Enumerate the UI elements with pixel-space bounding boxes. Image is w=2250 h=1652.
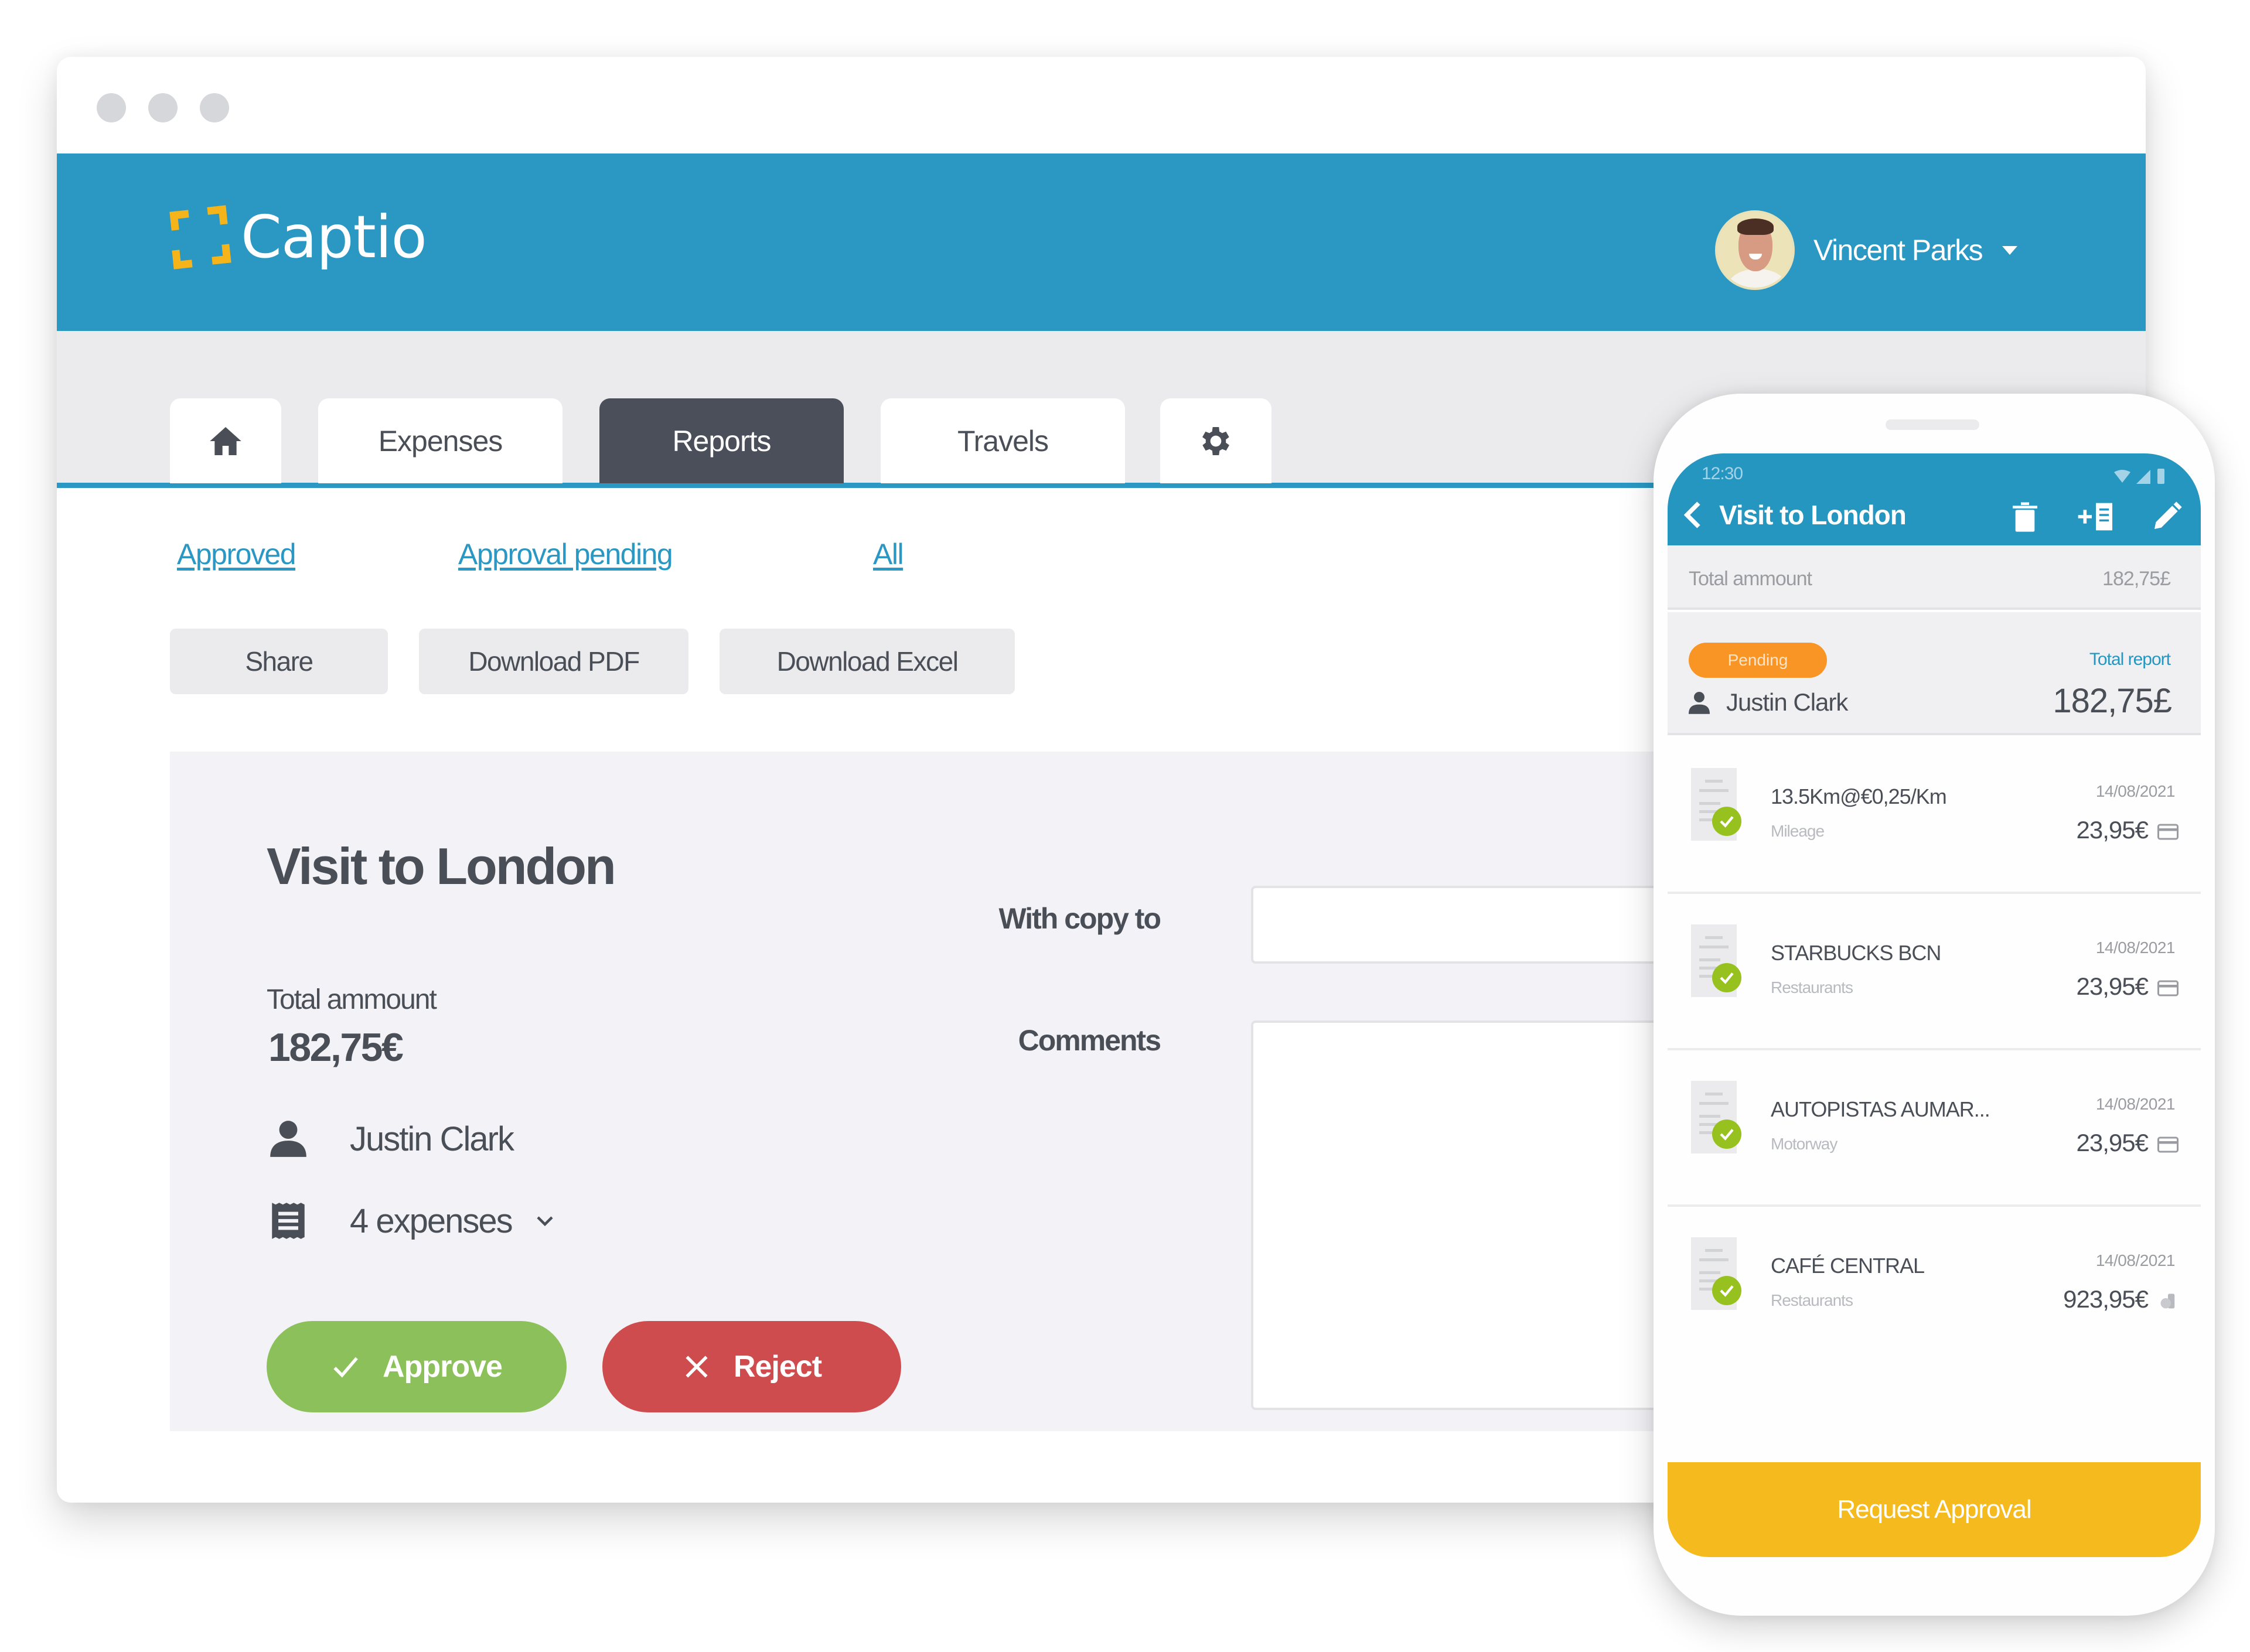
reject-label: Reject xyxy=(733,1350,822,1384)
download-pdf-button[interactable]: Download PDF xyxy=(419,629,688,694)
user-name: Vincent Parks xyxy=(1813,234,1983,267)
mobile-report-user: Justin Clark xyxy=(1689,688,1848,716)
total-amount-label: Total ammount xyxy=(267,984,437,1015)
card-icon xyxy=(2157,824,2179,840)
total-report-value: 182,75£ xyxy=(2053,682,2172,720)
caret-down-icon xyxy=(2002,245,2018,255)
expense-date: 14/08/2021 xyxy=(2095,782,2176,800)
mobile-total-row: Total ammount 182,75£ xyxy=(1668,545,2201,610)
tab-settings[interactable] xyxy=(1160,398,1271,483)
expense-amount: 23,95€ xyxy=(2076,1129,2149,1156)
expense-category: Motorway xyxy=(1771,1135,1838,1153)
window-maximize-button[interactable] xyxy=(200,93,229,122)
approve-label: Approve xyxy=(383,1350,503,1384)
window-controls xyxy=(97,93,229,122)
mobile-actions xyxy=(2009,500,2183,533)
expense-category: Restaurants xyxy=(1771,978,1853,996)
avatar xyxy=(1715,210,1795,290)
expense-name: CAFÉ CENTRAL xyxy=(1771,1254,1925,1278)
mobile-phone: 12:30 Visit to London Total ammount 182,… xyxy=(1654,394,2215,1616)
expense-name: 13.5Km@€0,25/Km xyxy=(1771,784,1947,808)
mobile-total-value: 182,75£ xyxy=(2102,568,2171,590)
share-button[interactable]: Share xyxy=(170,629,388,694)
expense-date: 14/08/2021 xyxy=(2095,938,2176,957)
mobile-screen: 12:30 Visit to London Total ammount 182,… xyxy=(1668,453,2201,1613)
tab-home[interactable] xyxy=(170,398,281,483)
request-approval-button[interactable]: Request Approval xyxy=(1668,1462,2201,1557)
mobile-report-title: Visit to London xyxy=(1719,500,1907,530)
add-receipt-icon[interactable] xyxy=(2075,500,2116,533)
comments-label: Comments xyxy=(1018,1024,1161,1057)
filter-all-link[interactable]: All xyxy=(873,537,904,571)
back-chevron-icon[interactable] xyxy=(1684,500,1702,530)
status-time: 12:30 xyxy=(1702,464,1743,483)
wifi-icon xyxy=(2114,470,2130,483)
user-icon xyxy=(270,1121,306,1157)
expense-amount: 923,95€ xyxy=(2063,1285,2149,1313)
approved-check-icon xyxy=(1712,963,1741,992)
status-badge: Pending xyxy=(1689,643,1827,678)
mobile-user-name: Justin Clark xyxy=(1726,688,1848,716)
report-title: Visit to London xyxy=(267,837,616,895)
phone-speaker xyxy=(1886,419,1979,430)
expense-item[interactable]: AUTOPISTAS AUMAR... Motorway 14/08/2021 … xyxy=(1668,1050,2201,1207)
close-icon xyxy=(686,1356,708,1378)
approved-check-icon xyxy=(1712,807,1741,836)
mobile-expense-list: 13.5Km@€0,25/Km Mileage 14/08/2021 23,95… xyxy=(1668,738,2201,1363)
mobile-title-row: Visit to London xyxy=(1684,499,1907,531)
download-excel-button[interactable]: Download Excel xyxy=(720,629,1015,694)
user-menu[interactable]: Vincent Parks xyxy=(1715,210,2018,290)
filter-approved-link[interactable]: Approved xyxy=(177,537,296,571)
battery-icon xyxy=(2157,469,2164,484)
report-user: Justin Clark xyxy=(267,1117,514,1161)
logo-frame-icon xyxy=(168,205,233,269)
card-icon xyxy=(2157,980,2179,996)
home-icon xyxy=(210,426,241,455)
total-amount-value: 182,75€ xyxy=(268,1025,404,1070)
expense-category: Mileage xyxy=(1771,822,1825,840)
signal-icon xyxy=(2136,470,2150,484)
expense-category: Restaurants xyxy=(1771,1291,1853,1309)
approved-check-icon xyxy=(1712,1119,1741,1149)
check-icon xyxy=(333,1357,358,1378)
filter-approval-pending-link[interactable]: Approval pending xyxy=(458,537,673,571)
expenses-toggle[interactable]: 4 expenses xyxy=(267,1199,555,1243)
window-minimize-button[interactable] xyxy=(148,93,178,122)
user-icon xyxy=(1689,692,1710,714)
reject-button[interactable]: Reject xyxy=(602,1321,901,1412)
tab-travels[interactable]: Travels xyxy=(881,398,1125,483)
expense-item[interactable]: STARBUCKS BCN Restaurants 14/08/2021 23,… xyxy=(1668,894,2201,1050)
expense-amount: 23,95€ xyxy=(2076,816,2149,844)
expense-amount: 23,95€ xyxy=(2076,972,2149,1000)
expense-item[interactable]: CAFÉ CENTRAL Restaurants 14/08/2021 923,… xyxy=(1668,1207,2201,1363)
expense-date: 14/08/2021 xyxy=(2095,1095,2176,1113)
expense-item[interactable]: 13.5Km@€0,25/Km Mileage 14/08/2021 23,95… xyxy=(1668,738,2201,894)
mobile-report-summary: Pending Total report Justin Clark 182,75… xyxy=(1668,612,2201,735)
total-report-label: Total report xyxy=(2089,650,2171,669)
expense-name: STARBUCKS BCN xyxy=(1771,941,1941,965)
brand-name: Captio xyxy=(241,203,427,271)
edit-pencil-icon[interactable] xyxy=(2150,500,2183,533)
status-icons xyxy=(2114,467,2166,484)
approved-check-icon xyxy=(1712,1276,1741,1305)
card-icon xyxy=(2157,1136,2179,1153)
with-copy-label: With copy to xyxy=(998,902,1161,935)
app-header: Captio Vincent Parks xyxy=(57,153,2146,331)
mobile-header: 12:30 Visit to London xyxy=(1668,453,2201,545)
trash-icon[interactable] xyxy=(2009,500,2041,533)
approve-button[interactable]: Approve xyxy=(267,1321,567,1412)
cash-icon xyxy=(2160,1293,2175,1309)
mobile-total-label: Total ammount xyxy=(1689,568,1812,590)
tab-expenses[interactable]: Expenses xyxy=(318,398,562,483)
expense-name: AUTOPISTAS AUMAR... xyxy=(1771,1097,1990,1121)
report-user-name: Justin Clark xyxy=(350,1119,514,1158)
captio-logo[interactable]: Captio xyxy=(168,205,427,269)
expense-date: 14/08/2021 xyxy=(2095,1251,2176,1269)
tab-reports[interactable]: Reports xyxy=(599,398,844,483)
receipt-icon xyxy=(272,1203,305,1239)
window-close-button[interactable] xyxy=(97,93,126,122)
expenses-count: 4 expenses xyxy=(350,1202,513,1240)
gear-icon xyxy=(1202,426,1229,455)
chevron-down-icon xyxy=(537,1216,553,1227)
